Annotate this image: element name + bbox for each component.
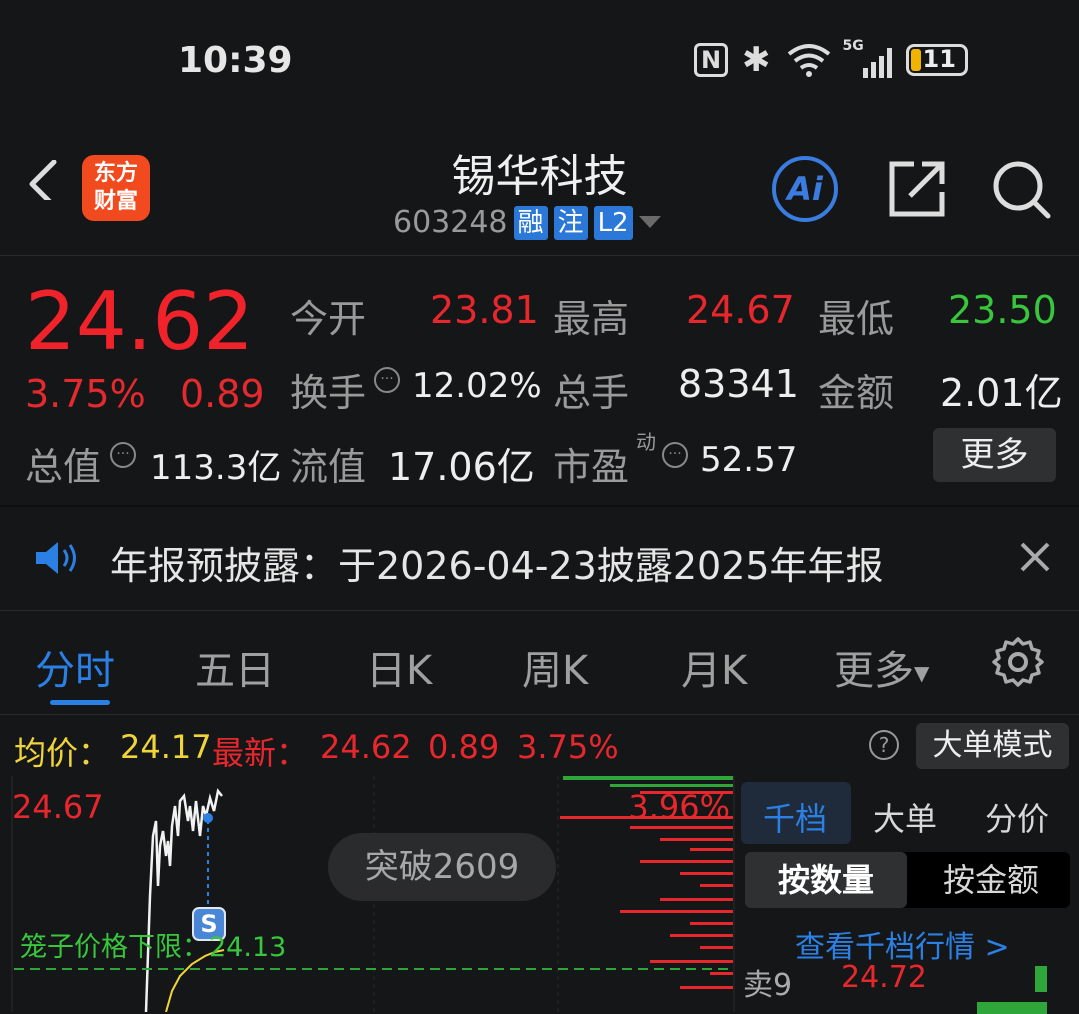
wifi-icon	[787, 44, 830, 77]
search-icon[interactable]	[990, 158, 1054, 222]
tab-more-label: 更多	[834, 648, 914, 694]
float-label: 流值	[290, 445, 367, 489]
volume-label: 总手	[553, 371, 630, 415]
order-book-panel: 千档 大单 分价 按数量 按金额 查看千档行情 > 卖9 24.72	[737, 776, 1079, 1014]
turnover-label: 换手	[290, 371, 367, 415]
toggle-group: 按数量 按金额	[745, 852, 1070, 908]
share-icon[interactable]	[886, 158, 948, 220]
close-icon[interactable]	[1018, 540, 1052, 574]
mcap-info-icon[interactable]: ···	[110, 442, 136, 468]
latest-label: 最新：	[212, 734, 309, 772]
battery-level: 11	[922, 45, 956, 73]
turnover-info-icon[interactable]: ···	[374, 367, 400, 393]
avg-label: 均价：	[14, 734, 111, 772]
notice-text[interactable]: 年报预披露：于2026-04-23披露2025年年报	[110, 535, 884, 590]
ask-row-bar	[1035, 966, 1047, 992]
status-icons: N ✱ 5G 11	[694, 38, 968, 82]
level2-tag: L2	[593, 205, 633, 240]
chart-top-price: 24.67	[12, 788, 104, 826]
tab-five-day[interactable]: 五日	[195, 638, 275, 696]
panel-tab-qiandang[interactable]: 千档	[763, 794, 827, 840]
settings-icon[interactable]	[992, 636, 1044, 688]
nfc-icon: N	[694, 43, 728, 77]
network-label: 5G	[842, 38, 864, 54]
ask-row-price: 24.72	[841, 960, 927, 995]
active-tab-indicator	[50, 700, 110, 705]
pe-value: 52.57	[700, 440, 798, 480]
tab-intraday[interactable]: 分时	[35, 638, 115, 696]
battery-icon: 11	[905, 44, 968, 76]
pe-info-icon[interactable]: ···	[662, 442, 688, 468]
more-button[interactable]: 更多	[933, 428, 1056, 482]
open-label: 今开	[290, 297, 367, 341]
big-order-mode-button[interactable]: 大单模式	[916, 723, 1069, 769]
current-price: 24.62	[25, 275, 255, 368]
registration-tag: 注	[553, 205, 588, 240]
price-line	[144, 788, 223, 1012]
ai-button[interactable]: Ai	[772, 156, 838, 222]
help-icon[interactable]: ?	[869, 730, 899, 760]
signal-icon: 5G	[843, 38, 892, 78]
notice-divider	[0, 610, 1079, 611]
tabs-divider	[0, 714, 1079, 715]
open-value: 23.81	[430, 288, 539, 332]
pe-label: 市盈	[553, 445, 630, 489]
tab-more[interactable]: 更多▼	[834, 638, 929, 696]
latest-change: 0.89	[428, 728, 500, 766]
stock-code-row[interactable]: 603248 融 注 L2	[393, 205, 661, 240]
high-label: 最高	[553, 297, 630, 341]
bluetooth-icon: ✱	[742, 40, 771, 80]
header-divider	[0, 255, 1079, 256]
panel-tab-price-split[interactable]: 分价	[985, 794, 1049, 840]
tab-daily-k[interactable]: 日K	[366, 638, 432, 696]
chart-top-pct: 3.96%	[628, 788, 730, 826]
amount-label: 金额	[818, 371, 895, 415]
caret-down-icon: ▼	[914, 661, 930, 685]
mcap-value: 113.3亿	[150, 448, 282, 488]
margin-tag: 融	[513, 205, 548, 240]
toggle-by-quantity[interactable]: 按数量	[745, 852, 907, 908]
mcap-label: 总值	[25, 445, 102, 489]
status-time: 10:39	[178, 40, 293, 81]
latest-value: 24.62	[320, 728, 412, 766]
change-percent: 3.75%	[25, 372, 146, 416]
caret-down-icon	[638, 215, 661, 228]
pe-superscript: 动	[636, 430, 656, 454]
stock-code: 603248	[393, 205, 508, 240]
tab-weekly-k[interactable]: 周K	[522, 638, 588, 696]
ask-row-label: 卖9	[743, 968, 793, 1003]
ask-row-bar-2	[977, 1002, 1047, 1014]
low-value: 23.50	[948, 288, 1057, 332]
quote-divider	[0, 505, 1079, 507]
breakthrough-badge[interactable]: 突破2609	[328, 833, 556, 901]
limit-label: 笼子价格下限：24.13	[20, 932, 286, 963]
amount-value: 2.01亿	[940, 371, 1063, 415]
change-amount: 0.89	[180, 372, 265, 416]
tab-monthly-k[interactable]: 月K	[681, 638, 747, 696]
volume-value: 83341	[678, 362, 799, 406]
float-value: 17.06亿	[388, 445, 535, 489]
avg-value: 24.17	[120, 728, 212, 766]
speaker-icon	[36, 542, 76, 574]
turnover-value: 12.02%	[412, 366, 542, 406]
low-label: 最低	[818, 297, 895, 341]
latest-pct: 3.75%	[517, 728, 619, 766]
panel-tab-big-order[interactable]: 大单	[873, 794, 937, 840]
high-value: 24.67	[686, 288, 795, 332]
toggle-by-amount[interactable]: 按金额	[911, 852, 1071, 908]
